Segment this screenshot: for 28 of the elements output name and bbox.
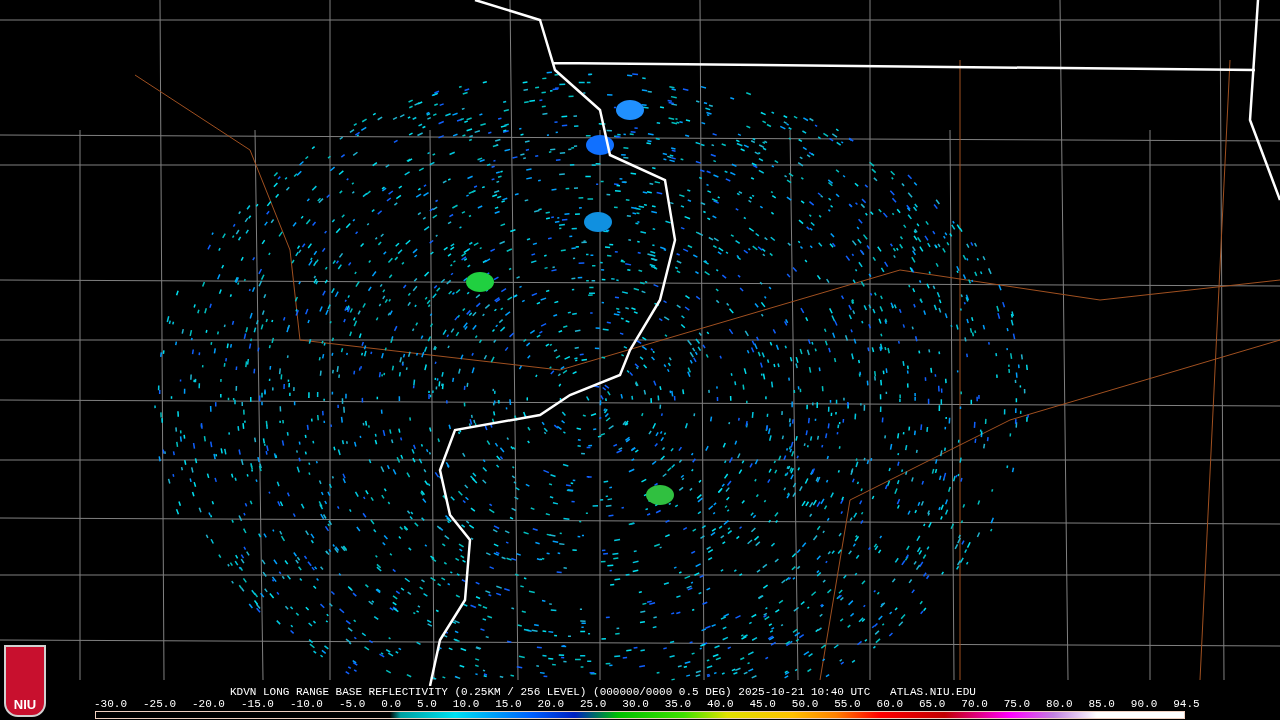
scale-label: 30.0 — [622, 698, 649, 710]
scale-label: 75.0 — [1003, 698, 1031, 710]
scale-label: 65.0 — [919, 698, 946, 710]
scale-label: 80.0 — [1046, 698, 1073, 710]
scale-label: -5.0 — [338, 698, 366, 710]
scale-label: 5.0 — [417, 698, 437, 710]
scale-label: -30.0 — [94, 698, 127, 710]
scale-label: 85.0 — [1088, 698, 1115, 710]
scale-label: 0.0 — [381, 698, 402, 710]
scale-label: 25.0 — [580, 698, 607, 710]
scale-label: 50.0 — [791, 698, 819, 710]
scale-label: 60.0 — [876, 698, 903, 710]
scale-label: 15.0 — [495, 698, 522, 710]
scale-label: 94.5 — [1173, 698, 1200, 710]
logo-text: NIU — [13, 698, 37, 711]
scale-label: 70.0 — [961, 698, 988, 710]
scale-label: 20.0 — [537, 698, 564, 710]
scale-label: 35.0 — [664, 698, 692, 710]
scale-label: -15.0 — [240, 698, 274, 710]
scale-label: 90.0 — [1130, 698, 1158, 710]
scale-label: 40.0 — [707, 698, 734, 710]
scale-label: -10.0 — [289, 698, 323, 710]
product-title: KDVN LONG RANGE BASE REFLECTIVITY (0.25KM / 256 LEVEL) (000000/0000 0.5 DEG) 2025-10-21 10:40 UTC ATLAS.NIU.EDU — [230, 686, 976, 698]
scale-label: 55.0 — [834, 698, 861, 710]
scale-label: -25.0 — [143, 698, 176, 710]
scale-label: 10.0 — [452, 698, 480, 710]
scale-label: -20.0 — [191, 698, 225, 710]
scale-label: 45.0 — [749, 698, 776, 710]
